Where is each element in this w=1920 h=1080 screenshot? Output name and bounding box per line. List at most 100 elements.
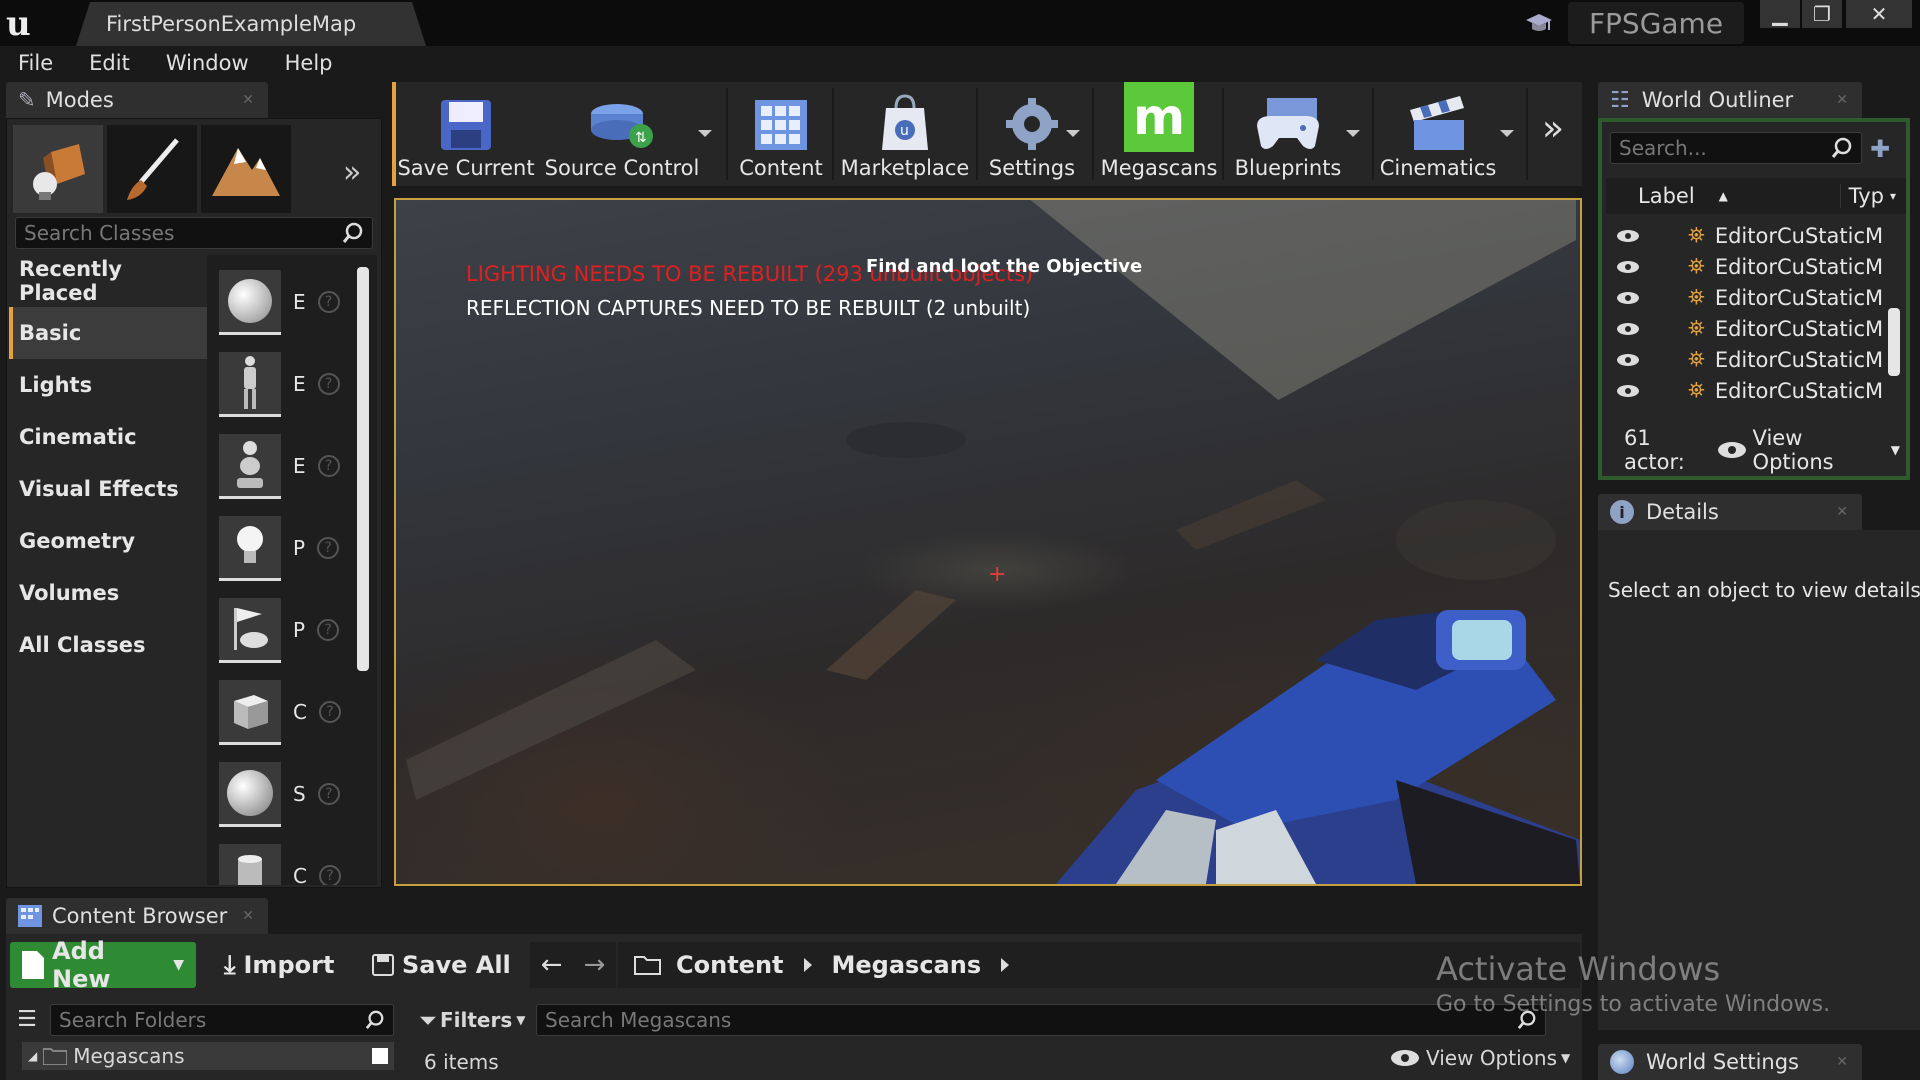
forward-arrow-icon[interactable]: → — [584, 950, 606, 980]
import-label: Import — [243, 951, 335, 979]
modes-tab-label: Modes — [45, 88, 114, 112]
close-icon[interactable]: ✕ — [242, 908, 254, 924]
category-volumes[interactable]: Volumes — [9, 567, 207, 619]
menu-edit[interactable]: Edit — [71, 46, 148, 80]
settings-dropdown-icon[interactable] — [1066, 130, 1080, 137]
toolbar-overflow-icon[interactable]: » — [1542, 108, 1564, 149]
close-icon[interactable]: ✕ — [1836, 92, 1848, 108]
save-all-button[interactable]: Save All — [360, 942, 523, 988]
place-item-sphere[interactable]: S ? — [219, 753, 349, 835]
help-icon[interactable]: ? — [317, 783, 340, 805]
category-all-classes[interactable]: All Classes — [9, 619, 207, 671]
place-item-player-start[interactable]: P ? — [219, 589, 349, 671]
checkbox[interactable] — [372, 1048, 388, 1064]
visibility-eye-icon[interactable] — [1616, 229, 1640, 243]
world-outliner-tab[interactable]: ☷ World Outliner ✕ — [1598, 82, 1862, 118]
column-type[interactable]: Typ — [1839, 184, 1884, 208]
visibility-eye-icon[interactable] — [1616, 291, 1640, 305]
cinematics-button[interactable]: Cinematics — [1380, 82, 1496, 186]
blueprints-dropdown-icon[interactable] — [1346, 130, 1360, 137]
breadcrumb-megascans[interactable]: Megascans — [818, 951, 996, 979]
search-classes-input[interactable]: Search Classes — [15, 217, 373, 249]
category-lights[interactable]: Lights — [9, 359, 207, 411]
cinematics-dropdown-icon[interactable] — [1500, 130, 1514, 137]
help-icon[interactable]: ? — [318, 701, 341, 723]
category-visual-effects[interactable]: Visual Effects — [9, 463, 207, 515]
help-icon[interactable]: ? — [317, 373, 340, 395]
create-folder-icon[interactable]: ✚ — [1870, 134, 1900, 164]
help-icon[interactable]: ? — [317, 291, 340, 313]
more-modes-icon[interactable]: » — [343, 155, 361, 190]
help-icon[interactable]: ? — [317, 537, 340, 559]
visibility-eye-icon[interactable] — [1616, 322, 1640, 336]
outliner-row[interactable]: ⛯ EditorCu StaticM — [1606, 220, 1906, 251]
visibility-eye-icon[interactable] — [1616, 384, 1640, 398]
close-window-button[interactable]: ✕ — [1846, 0, 1912, 28]
modes-scrollbar[interactable] — [357, 267, 369, 671]
content-browser-tab[interactable]: Content Browser ✕ — [6, 898, 268, 934]
level-viewport[interactable]: LIGHTING NEEDS TO BE REBUILT (293 unbuil… — [394, 198, 1582, 886]
visibility-eye-icon[interactable] — [1616, 260, 1640, 274]
chevron-down-icon: ▼ — [516, 1013, 526, 1027]
search-folders-input[interactable]: Search Folders — [50, 1004, 394, 1036]
details-tab[interactable]: i Details ✕ — [1598, 494, 1862, 530]
help-icon[interactable]: ? — [317, 619, 340, 641]
help-icon[interactable]: ? — [318, 865, 341, 885]
source-control-dropdown-icon[interactable] — [698, 130, 712, 137]
place-item-point-light[interactable]: P ? — [219, 507, 349, 589]
outliner-row[interactable]: ⛯ EditorCu StaticM — [1606, 251, 1906, 282]
visibility-eye-icon[interactable] — [1616, 353, 1640, 367]
place-item-empty-character[interactable]: E ? — [219, 343, 349, 425]
minimize-button[interactable]: ▁ — [1760, 0, 1800, 28]
outliner-view-options-button[interactable]: View Options ▼ — [1717, 426, 1900, 474]
modes-tab[interactable]: ✎ Modes ✕ — [6, 82, 268, 118]
outliner-row[interactable]: ⛯ EditorCu StaticM — [1606, 344, 1906, 375]
source-control-button[interactable]: ⇅ Source Control — [545, 82, 699, 186]
category-recently-placed[interactable]: Recently Placed — [9, 255, 207, 307]
outliner-row[interactable]: ⛯ EditorCu StaticM — [1606, 282, 1906, 313]
outliner-search-input[interactable]: Search... — [1610, 132, 1862, 164]
breadcrumb-content[interactable]: Content — [662, 951, 798, 979]
breadcrumb-arrow-icon[interactable] — [1001, 958, 1010, 972]
place-item-empty-actor[interactable]: E ? — [219, 261, 349, 343]
breadcrumb-arrow-icon[interactable] — [803, 958, 812, 972]
menu-file[interactable]: File — [0, 46, 71, 80]
place-mode-button[interactable] — [13, 125, 103, 213]
add-new-button[interactable]: Add New ▼ — [10, 937, 196, 993]
search-megascans-input[interactable]: Search Megascans — [536, 1004, 1546, 1036]
menu-window[interactable]: Window — [148, 46, 267, 80]
content-button[interactable]: Content — [736, 82, 826, 186]
actor-label: EditorCu — [1714, 254, 1805, 279]
category-basic[interactable]: Basic — [9, 307, 207, 359]
back-arrow-icon[interactable]: ← — [541, 950, 563, 980]
filters-button[interactable]: ⏷ Filters ▼ — [420, 1004, 528, 1036]
view-options-button[interactable]: View Options ▼ — [1390, 1046, 1570, 1070]
place-item-empty-pawn[interactable]: E ? — [219, 425, 349, 507]
world-settings-tab[interactable]: World Settings ✕ — [1598, 1044, 1862, 1080]
marketplace-button[interactable]: u Marketplace — [840, 82, 970, 186]
blueprints-button[interactable]: Blueprints — [1232, 82, 1344, 186]
place-item-cylinder[interactable]: C ? — [219, 835, 349, 885]
category-cinematic[interactable]: Cinematic — [9, 411, 207, 463]
category-geometry[interactable]: Geometry — [9, 515, 207, 567]
save-current-button[interactable]: Save Current — [397, 82, 535, 186]
landscape-mode-button[interactable] — [201, 125, 291, 213]
import-button[interactable]: ⤓ Import — [212, 942, 346, 988]
graduation-cap-icon[interactable] — [1524, 10, 1554, 38]
sources-toggle-icon[interactable]: ☰ — [10, 1002, 44, 1036]
folder-tree-item[interactable]: ◢ Megascans — [22, 1042, 394, 1070]
outliner-row[interactable]: ⛯ EditorCu StaticM — [1606, 313, 1906, 344]
outliner-row[interactable]: ⛯ EditorCu StaticM — [1606, 375, 1906, 406]
restore-button[interactable]: ❐ — [1802, 0, 1842, 28]
close-icon[interactable]: ✕ — [1836, 504, 1848, 520]
paint-mode-button[interactable] — [107, 125, 197, 213]
place-item-cube[interactable]: C ? — [219, 671, 349, 753]
map-tab[interactable]: FirstPersonExampleMap — [76, 2, 426, 46]
column-label[interactable]: Label — [1638, 184, 1695, 208]
help-icon[interactable]: ? — [317, 455, 340, 477]
megascans-button[interactable]: m Megascans — [1101, 82, 1217, 186]
menu-help[interactable]: Help — [267, 46, 351, 80]
close-icon[interactable]: ✕ — [1836, 1054, 1848, 1070]
close-icon[interactable]: ✕ — [242, 92, 254, 108]
outliner-scrollbar[interactable] — [1888, 308, 1900, 376]
